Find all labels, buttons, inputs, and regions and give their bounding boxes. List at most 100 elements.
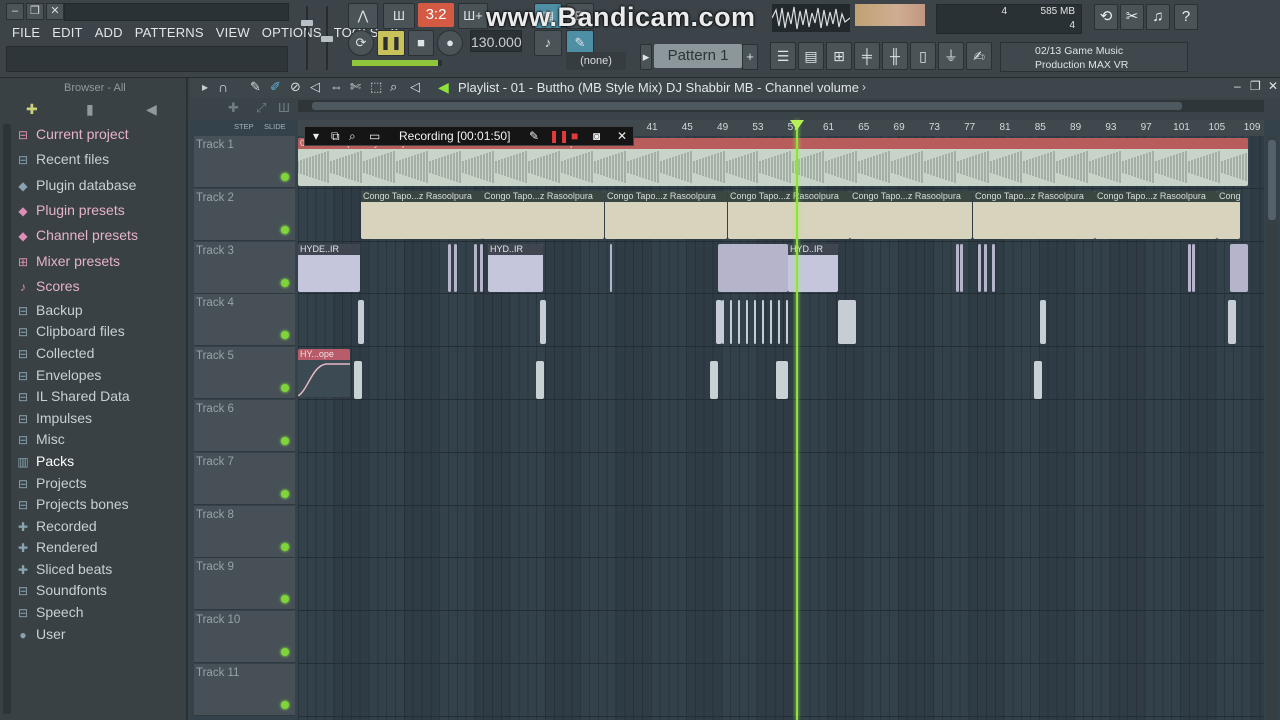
add-pattern-icon[interactable]: +	[742, 44, 758, 70]
browser-item-clipboard-files[interactable]: ⊟ Clipboard files	[16, 321, 125, 342]
track4-clip[interactable]	[738, 300, 740, 345]
track4-clip[interactable]	[1228, 300, 1236, 345]
master-pitch-slider[interactable]	[320, 6, 334, 70]
track4-clip[interactable]	[358, 300, 364, 345]
track3-slice-clip[interactable]	[984, 243, 987, 292]
track3-slice-clip[interactable]	[1192, 243, 1195, 292]
song-position[interactable]: 3:2	[418, 3, 454, 27]
track-enable-led[interactable]	[281, 489, 289, 498]
stop-button[interactable]: ■	[408, 30, 434, 56]
loop-record-icon[interactable]: ⟳	[348, 30, 374, 56]
pattern-song-toggle-icon[interactable]: Ш+	[458, 3, 488, 29]
tool-mini-icon[interactable]: ⤢	[256, 100, 266, 116]
pitch-slider[interactable]	[352, 60, 442, 66]
track2-congo-clip[interactable]: Congo Tapo...z Rasoolpura	[361, 190, 483, 239]
track-enable-led[interactable]	[281, 437, 289, 445]
track2-congo-clip[interactable]: Congo Tapo...z Rasoolpura	[482, 190, 604, 239]
track3-slice-clip[interactable]	[474, 243, 477, 292]
brush-tool-icon[interactable]: ✐	[270, 79, 281, 95]
arrangement-grid[interactable]: 01 - Buttho (MB Style Mix) DJ Shabbir MB…	[298, 136, 1264, 720]
wait-input-icon[interactable]: Ш	[383, 3, 415, 29]
track4-clip[interactable]	[770, 300, 772, 345]
piano-roll-icon[interactable]: ▤	[798, 42, 824, 70]
playback-tool-icon[interactable]: ◁	[410, 79, 420, 95]
horizontal-scrollbar[interactable]	[298, 100, 1264, 112]
track-header[interactable]: Track 6	[194, 400, 295, 452]
pencil-tool-icon[interactable]: ✎	[250, 79, 261, 95]
zoom-tool-icon[interactable]: ⌕	[390, 79, 397, 95]
track-header[interactable]: Track 2	[194, 188, 295, 241]
track-header[interactable]: Track 9	[194, 558, 295, 611]
track-enable-led[interactable]	[281, 648, 289, 657]
browser-item-mixer-presets[interactable]: ⊞ Mixer presets	[16, 251, 120, 272]
track4-clip[interactable]	[838, 300, 856, 345]
browser-item-user[interactable]: ● User	[16, 624, 65, 645]
browser-scrollbar[interactable]	[3, 124, 11, 714]
arrangement-nav-icon[interactable]: ✚	[228, 100, 239, 116]
track4-clip[interactable]	[762, 300, 764, 345]
browser-item-backup[interactable]: ⊟ Backup	[16, 300, 83, 321]
browser-item-collected[interactable]: ⊟ Collected	[16, 343, 94, 364]
track-enable-led[interactable]	[281, 278, 289, 287]
browser-item-projects-bones[interactable]: ⊟ Projects bones	[16, 494, 129, 515]
mute-tool-icon[interactable]: ◁	[310, 79, 320, 95]
recorder-camera-icon[interactable]: ◙	[593, 129, 600, 143]
track4-clip[interactable]	[1040, 300, 1046, 345]
slice-tool-icon[interactable]: ✄	[350, 79, 361, 95]
track3-slice-clip[interactable]	[718, 243, 788, 292]
browser-item-plugin-database[interactable]: ◆ Plugin database	[16, 175, 136, 196]
snap-selector[interactable]: (none)	[566, 52, 626, 70]
menu-edit[interactable]: EDIT	[46, 22, 88, 44]
track3-slice-clip[interactable]	[1230, 243, 1248, 292]
track3-slice-clip[interactable]	[956, 243, 959, 292]
browser-item-rendered[interactable]: ✚ Rendered	[16, 537, 98, 558]
track4-clip[interactable]	[540, 300, 546, 345]
browser-item-current-project[interactable]: ⊟ Current project	[16, 124, 129, 145]
browser-item-il-shared-data[interactable]: ⊟ IL Shared Data	[16, 386, 130, 407]
playhead-marker[interactable]	[790, 120, 804, 130]
track-header[interactable]: Track 8	[194, 505, 295, 558]
slip-tool-icon[interactable]: ⇔	[330, 79, 343, 94]
mixer-faders-icon[interactable]: ╫	[882, 42, 908, 70]
track5-clip[interactable]	[710, 361, 718, 400]
restore-icon[interactable]: ❐	[26, 3, 44, 20]
track4-clip[interactable]	[722, 300, 724, 345]
track-enable-led[interactable]	[281, 225, 289, 234]
browser-item-sliced-beats[interactable]: ✚ Sliced beats	[16, 559, 112, 580]
track3-slice-clip[interactable]	[610, 243, 612, 292]
playlist-speaker-icon[interactable]: ◀	[438, 79, 449, 96]
grid-mini-icon[interactable]: Ш	[278, 100, 290, 115]
browser-speaker-icon[interactable]: ◀	[146, 101, 157, 118]
playlist-minimize-icon[interactable]: ‒	[1234, 79, 1241, 93]
plugin-plug-icon[interactable]: ⏚	[938, 42, 964, 70]
blend-notes-icon[interactable]: ♪	[534, 30, 562, 56]
browser-item-packs[interactable]: ▥ Packs	[16, 451, 74, 472]
track-header[interactable]: Track 3	[194, 241, 295, 294]
browser-item-envelopes[interactable]: ⊟ Envelopes	[16, 365, 101, 386]
close-icon[interactable]: ✕	[46, 3, 64, 20]
news-panel[interactable]: 02/13 Game Music Production MAX VR	[1000, 42, 1188, 72]
browser-item-misc[interactable]: ⊟ Misc	[16, 429, 65, 450]
track5-clip[interactable]	[1034, 361, 1042, 400]
browser-item-impulses[interactable]: ⊟ Impulses	[16, 408, 92, 429]
recorder-rect-icon[interactable]: ▭	[369, 129, 380, 143]
browser-item-channel-presets[interactable]: ◆ Channel presets	[16, 225, 138, 246]
tempo-display[interactable]: 130.000	[470, 30, 522, 52]
menu-view[interactable]: VIEW	[210, 22, 256, 44]
menu-options[interactable]: OPTIONS	[256, 22, 328, 44]
track5-automation-clip[interactable]: HY...ope	[298, 349, 350, 398]
track3-pattern-clip[interactable]: HYD..IR	[488, 243, 543, 292]
browser-file-icon[interactable]: ▮	[86, 101, 94, 118]
recorder-search-icon[interactable]: ⌕	[349, 129, 356, 144]
track4-clip[interactable]	[730, 300, 732, 345]
track-header[interactable]: Track 11	[194, 664, 295, 716]
track3-slice-clip[interactable]	[992, 243, 995, 292]
track3-slice-clip[interactable]	[1188, 243, 1191, 292]
menu-patterns[interactable]: PATTERNS	[129, 22, 210, 44]
slide-label[interactable]: SLIDE	[264, 122, 286, 131]
recorder-collapse-icon[interactable]: ▾	[313, 129, 319, 143]
track4-clip[interactable]	[778, 300, 780, 345]
title-chevron-icon[interactable]: ›	[862, 80, 866, 94]
track3-slice-clip[interactable]	[448, 243, 451, 292]
step-label[interactable]: STEP	[234, 122, 254, 131]
